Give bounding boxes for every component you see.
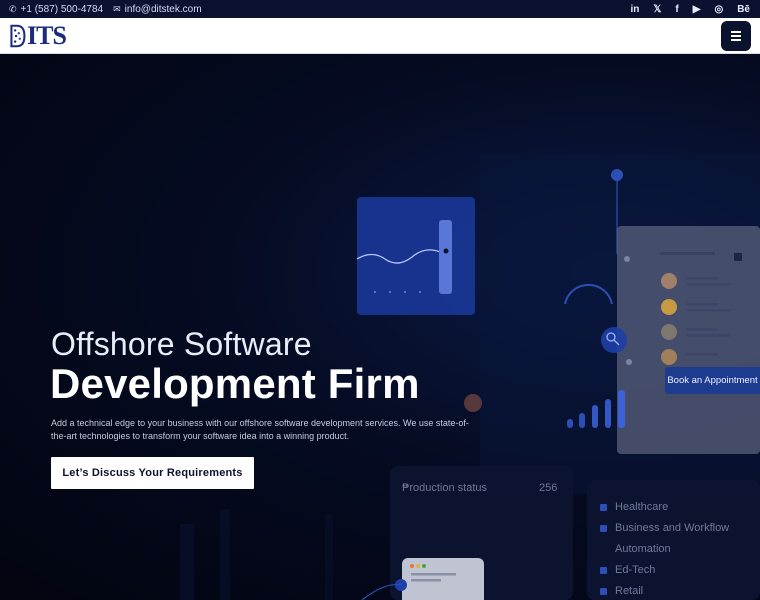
production-status-value: 256 — [539, 482, 558, 494]
hamburger-menu-button[interactable] — [721, 21, 751, 51]
list-item: Business and Workflow — [600, 518, 750, 539]
industry-label: Healthcare — [615, 501, 669, 513]
hero-title: Development Firm — [50, 360, 420, 407]
check-icon — [600, 504, 607, 511]
hero-description: Add a technical edge to your business wi… — [51, 418, 469, 441]
wave-chart-card — [357, 197, 475, 315]
menu-line — [731, 39, 741, 41]
phone-icon: ✆ — [9, 3, 17, 14]
production-status-label: Production status — [402, 482, 487, 494]
connector-node — [611, 169, 623, 181]
industry-label: Ed-Tech — [615, 564, 656, 576]
email-address[interactable]: info@ditstek.com — [125, 4, 202, 15]
slider-knob — [443, 248, 449, 254]
floating-avatar — [464, 394, 482, 412]
phone-number[interactable]: +1 (587) 500-4784 — [21, 4, 104, 15]
check-icon — [600, 525, 607, 532]
envelope-icon: ✉ — [113, 3, 121, 14]
list-item: Ed-Tech — [600, 560, 750, 581]
avatar — [661, 273, 677, 289]
logo-mark-icon — [10, 24, 26, 48]
social-links: in 𝕏 f ▶ ◎ Bē — [616, 0, 750, 18]
youtube-icon[interactable]: ▶ — [693, 4, 701, 15]
main-navbar: ITS — [0, 18, 760, 54]
avatar — [661, 299, 677, 315]
menu-line — [731, 31, 741, 33]
instagram-icon[interactable]: ◎ — [714, 4, 723, 15]
email-contact[interactable]: ✉ info@ditstek.com — [113, 4, 201, 15]
industry-label: Retail — [615, 585, 644, 597]
linkedin-icon[interactable]: in — [630, 4, 639, 15]
industry-label: Business and Workflow — [615, 522, 730, 534]
menu-line — [731, 35, 741, 37]
list-item: Automation — [600, 539, 750, 560]
discuss-requirements-button[interactable]: Let’s Discuss Your Requirements — [51, 457, 254, 489]
logo-text: ITS — [27, 21, 67, 50]
check-icon — [600, 567, 607, 574]
top-contact-bar: ✆ +1 (587) 500-4784 ✉ info@ditstek.com i… — [0, 0, 760, 18]
avatar — [661, 349, 677, 365]
behance-icon[interactable]: Bē — [737, 4, 750, 15]
avatar — [661, 324, 677, 340]
hero-section: •• Offshore Software Development Firm Ad… — [0, 54, 760, 600]
phone-contact[interactable]: ✆ +1 (587) 500-4784 — [9, 4, 103, 15]
book-appointment-button[interactable]: Book an Appointment — [665, 367, 760, 394]
company-logo[interactable]: ITS — [8, 21, 67, 51]
hero-subtitle: Offshore Software — [51, 326, 312, 362]
x-twitter-icon[interactable]: 𝕏 — [653, 4, 661, 15]
check-icon — [600, 588, 607, 595]
slider-track — [439, 220, 452, 294]
industries-list: Healthcare Business and Workflow Automat… — [600, 497, 750, 600]
facebook-icon[interactable]: f — [675, 4, 678, 15]
list-item: Healthcare — [600, 497, 750, 518]
industry-label: Automation — [615, 543, 671, 555]
list-item: Retail — [600, 581, 750, 600]
